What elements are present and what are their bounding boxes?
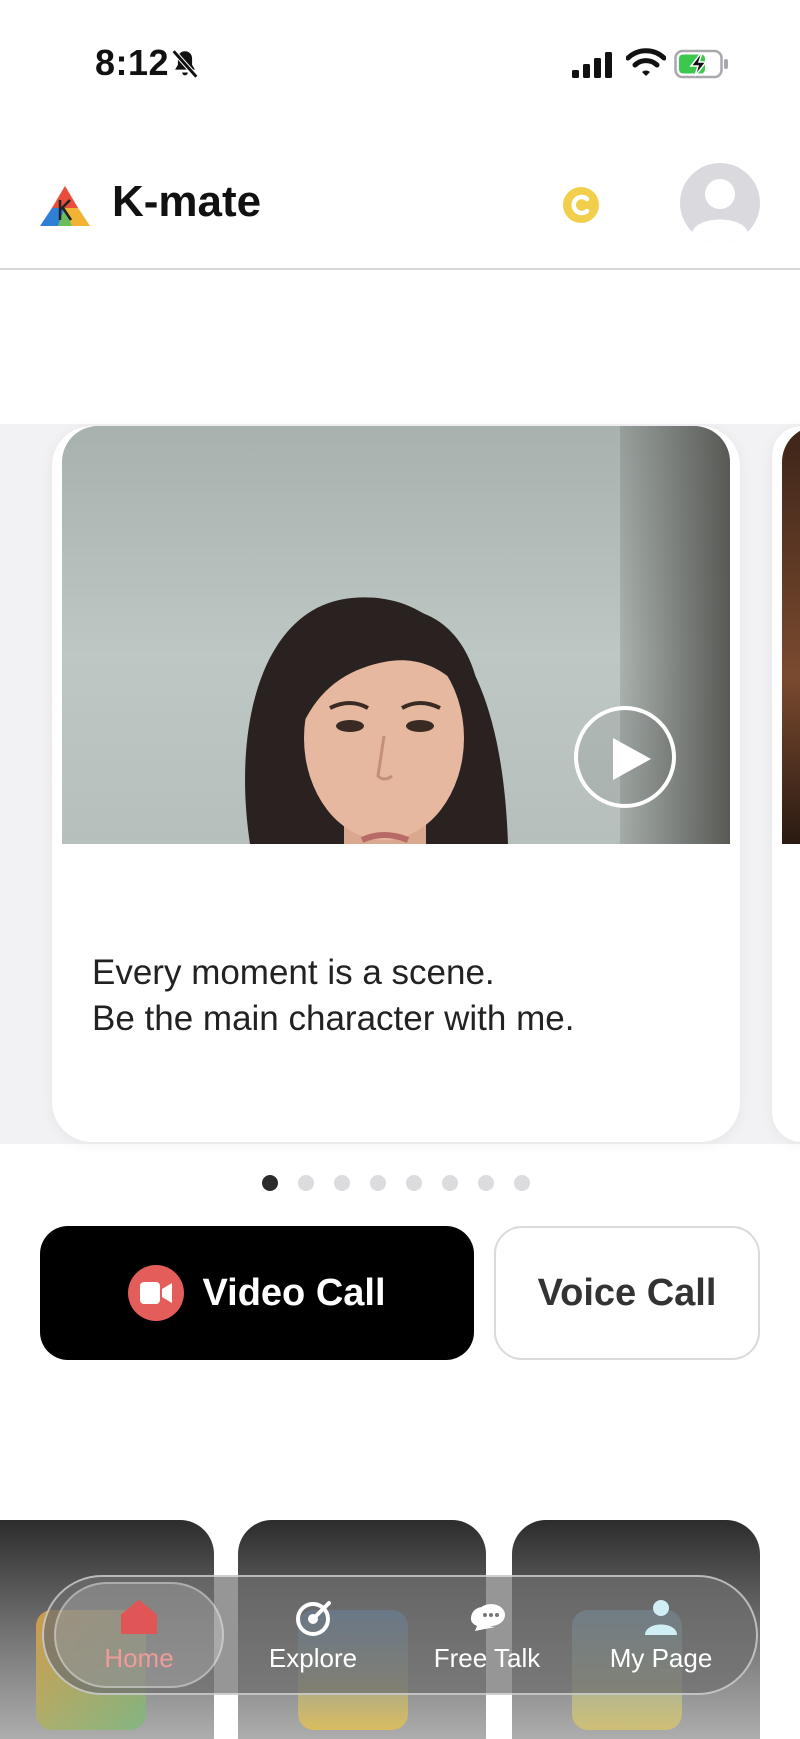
pager-dot-5[interactable]	[406, 1175, 422, 1191]
voice-call-button[interactable]: Voice Call	[494, 1226, 760, 1360]
video-call-label: Video Call	[202, 1271, 386, 1314]
cellular-signal-icon	[572, 52, 612, 78]
explore-icon	[296, 1600, 331, 1636]
tab-explore[interactable]: Explore	[228, 1582, 398, 1688]
pager-dot-3[interactable]	[334, 1175, 350, 1191]
tab-my-page-label: My Page	[609, 1642, 713, 1673]
next-character-card[interactable]	[772, 426, 800, 1142]
pager-dot-4[interactable]	[370, 1175, 386, 1191]
app-screen: 8:12 K-mate Every moment is a scene. Be …	[0, 0, 800, 1739]
coin-icon[interactable]	[562, 186, 600, 224]
tab-free-talk-label: Free Talk	[433, 1642, 541, 1673]
play-icon	[613, 738, 651, 780]
bottom-tab-bar: Home Explore Free Talk My Page	[42, 1575, 758, 1695]
battery-charging-icon	[674, 49, 728, 79]
next-card-thumbnail	[782, 426, 800, 844]
pager-dot-8[interactable]	[514, 1175, 530, 1191]
caption-line-1: Every moment is a scene.	[92, 953, 495, 992]
carousel-pager	[262, 1175, 530, 1195]
tab-my-page[interactable]: My Page	[576, 1582, 746, 1688]
video-camera-icon	[128, 1265, 185, 1321]
pager-dot-6[interactable]	[442, 1175, 458, 1191]
tab-home[interactable]: Home	[54, 1582, 224, 1688]
tab-free-talk[interactable]: Free Talk	[402, 1582, 572, 1688]
home-icon	[121, 1599, 157, 1634]
wifi-icon	[626, 48, 666, 76]
k-mate-logo-icon[interactable]	[38, 182, 92, 228]
video-call-button[interactable]: Video Call	[40, 1226, 474, 1360]
chat-bubbles-icon	[471, 1603, 505, 1631]
character-card[interactable]: Every moment is a scene. Be the main cha…	[52, 426, 740, 1142]
app-header: K-mate	[0, 130, 800, 270]
pager-dot-1[interactable]	[262, 1175, 278, 1191]
pager-dot-2[interactable]	[298, 1175, 314, 1191]
voice-call-label: Voice Call	[537, 1271, 717, 1314]
home-content: Every moment is a scene. Be the main cha…	[0, 272, 800, 1739]
tab-explore-label: Explore	[268, 1642, 358, 1673]
person-icon	[645, 1599, 677, 1635]
card-caption: Every moment is a scene. Be the main cha…	[92, 950, 712, 1042]
pager-dot-7[interactable]	[478, 1175, 494, 1191]
status-time: 8:12	[95, 42, 170, 83]
user-avatar-icon[interactable]	[680, 163, 760, 243]
play-video-button[interactable]	[574, 706, 676, 808]
tab-home-label: Home	[104, 1642, 174, 1673]
bell-slash-icon	[171, 49, 199, 79]
caption-line-2: Be the main character with me.	[92, 999, 575, 1038]
app-title: K-mate	[112, 177, 262, 226]
status-bar: 8:12	[0, 0, 800, 130]
character-video-thumbnail[interactable]	[62, 426, 730, 844]
